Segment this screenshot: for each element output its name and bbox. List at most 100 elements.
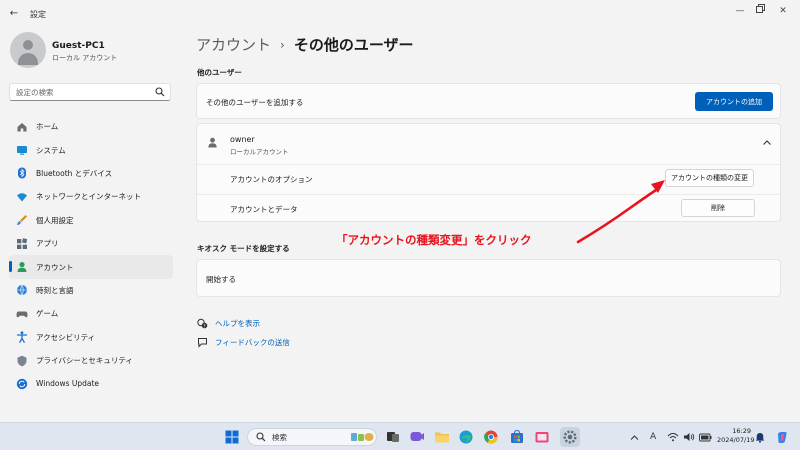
account-icon — [16, 261, 28, 273]
taskbar: 検索 A 16:29 2024/07/19 — [0, 422, 800, 450]
minimize-button[interactable]: — — [732, 4, 748, 18]
notification-bell-icon[interactable] — [755, 423, 765, 450]
user-account-type: ローカルアカウント — [230, 148, 289, 156]
sidebar-item-label: プライバシーとセキュリティ — [36, 356, 133, 366]
speaker-icon[interactable] — [683, 423, 695, 450]
battery-icon[interactable] — [699, 423, 712, 450]
globe-clock-icon — [16, 284, 28, 297]
wifi-icon[interactable] — [667, 423, 679, 450]
gamepad-icon — [16, 308, 28, 320]
kiosk-section-label: キオスク モードを設定する — [197, 244, 290, 253]
maximize-button[interactable] — [752, 4, 768, 18]
sidebar-item-windows-update[interactable]: Windows Update — [9, 372, 173, 395]
photos-app-icon[interactable] — [534, 429, 550, 445]
sidebar-item-accessibility[interactable]: アクセシビリティ — [9, 326, 173, 349]
sidebar-item-label: システム — [36, 145, 66, 155]
add-user-text: その他のユーザーを追加する — [206, 98, 304, 107]
apps-icon — [16, 237, 28, 250]
task-view-icon[interactable] — [385, 429, 401, 445]
search-highlight-icon — [350, 431, 374, 445]
back-arrow-icon[interactable]: ← — [8, 8, 20, 20]
sidebar-nav: ホーム システム Bluetooth とデバイス ネットワークとインターネット … — [9, 115, 173, 396]
taskbar-search-placeholder: 検索 — [272, 433, 287, 442]
wifi-icon — [16, 191, 28, 203]
update-icon — [16, 378, 28, 390]
account-options-label: アカウントのオプション — [230, 175, 313, 184]
store-icon[interactable] — [509, 429, 525, 445]
breadcrumb: アカウント › その他のユーザー — [196, 34, 414, 55]
sidebar-item-label: Windows Update — [36, 379, 100, 389]
sidebar-item-label: ホーム — [36, 122, 59, 132]
user-account-header[interactable]: owner ローカルアカウント — [197, 124, 782, 164]
sidebar-item-label: ゲーム — [36, 309, 59, 319]
search-input[interactable] — [10, 84, 150, 100]
feedback-link-text[interactable]: フィードバックの送信 — [215, 337, 290, 348]
divider — [197, 194, 780, 195]
delete-account-button[interactable]: 削除 — [681, 199, 755, 217]
divider — [197, 164, 780, 165]
user-icon — [207, 137, 218, 150]
avatar — [10, 32, 46, 68]
title-bar: ← 設定 — ✕ — [0, 0, 800, 28]
sidebar-item-system[interactable]: システム — [9, 138, 173, 161]
breadcrumb-separator: › — [280, 37, 285, 52]
sidebar-item-label: ネットワークとインターネット — [36, 192, 141, 202]
sidebar-item-accounts[interactable]: アカウント — [9, 255, 173, 279]
profile-name: Guest-PC1 — [52, 41, 105, 51]
search-icon — [256, 432, 266, 444]
chevron-up-icon[interactable] — [762, 139, 772, 148]
help-link-text[interactable]: ヘルプを表示 — [215, 318, 260, 329]
account-data-label: アカウントとデータ — [230, 205, 298, 214]
clock-date: 2024/07/19 — [717, 436, 755, 444]
chevron-up-icon[interactable] — [630, 423, 639, 450]
sidebar-item-network[interactable]: ネットワークとインターネット — [9, 185, 173, 208]
sidebar-item-label: 個人用設定 — [36, 215, 74, 225]
copilot-icon[interactable] — [776, 423, 789, 450]
file-explorer-icon[interactable] — [434, 429, 450, 445]
add-account-button[interactable]: アカウントの追加 — [695, 92, 773, 111]
system-icon — [16, 144, 28, 156]
help-icon: ? — [197, 318, 208, 329]
sidebar-item-label: Bluetooth とデバイス — [36, 168, 113, 178]
window-title: 設定 — [30, 10, 46, 19]
breadcrumb-parent-link[interactable]: アカウント — [196, 34, 271, 55]
brush-icon — [16, 214, 28, 226]
profile-account-type: ローカル アカウント — [52, 54, 118, 62]
sidebar-item-apps[interactable]: アプリ — [9, 232, 173, 255]
clock-time: 16:29 — [732, 427, 751, 435]
feedback-icon — [197, 337, 208, 348]
kiosk-start-text: 開始する — [206, 275, 236, 284]
ime-mode-indicator[interactable]: A — [650, 423, 656, 450]
start-windows-icon[interactable] — [224, 429, 240, 445]
shield-icon — [16, 355, 28, 367]
user-account-card: owner ローカルアカウント アカウントのオプション アカウントの種類の変更 … — [196, 123, 781, 222]
settings-search-box[interactable] — [9, 83, 171, 101]
home-icon — [16, 121, 28, 133]
sidebar-item-bluetooth[interactable]: Bluetooth とデバイス — [9, 162, 173, 185]
annotation-text: 「アカウントの種類変更」をクリック — [336, 233, 532, 247]
sidebar-item-gaming[interactable]: ゲーム — [9, 302, 173, 325]
search-icon[interactable] — [155, 87, 165, 99]
taskbar-clock[interactable]: 16:29 2024/07/19 — [717, 427, 755, 445]
feedback-link[interactable]: フィードバックの送信 — [197, 337, 290, 348]
other-users-section-label: 他のユーザー — [197, 68, 242, 77]
sidebar-item-privacy[interactable]: プライバシーとセキュリティ — [9, 349, 173, 372]
add-user-card: その他のユーザーを追加する アカウントの追加 — [196, 83, 781, 119]
edge-browser-icon[interactable] — [458, 429, 474, 445]
chrome-browser-icon[interactable] — [483, 429, 499, 445]
close-button[interactable]: ✕ — [775, 4, 791, 18]
sidebar-item-label: アプリ — [36, 239, 59, 249]
sidebar-item-personalization[interactable]: 個人用設定 — [9, 209, 173, 232]
kiosk-card[interactable]: 開始する — [196, 259, 781, 297]
sidebar-item-home[interactable]: ホーム — [9, 115, 173, 138]
chat-icon[interactable] — [409, 429, 425, 445]
change-account-type-button[interactable]: アカウントの種類の変更 — [665, 169, 754, 187]
sidebar-item-label: 時刻と言語 — [36, 285, 74, 295]
user-name: owner — [230, 135, 255, 144]
help-link[interactable]: ? ヘルプを表示 — [197, 318, 260, 329]
taskbar-search-box[interactable]: 検索 — [247, 428, 377, 446]
settings-taskbar-icon[interactable] — [560, 427, 580, 447]
annotation-arrow — [576, 180, 665, 244]
bluetooth-icon — [16, 167, 28, 179]
sidebar-item-time-language[interactable]: 時刻と言語 — [9, 279, 173, 302]
